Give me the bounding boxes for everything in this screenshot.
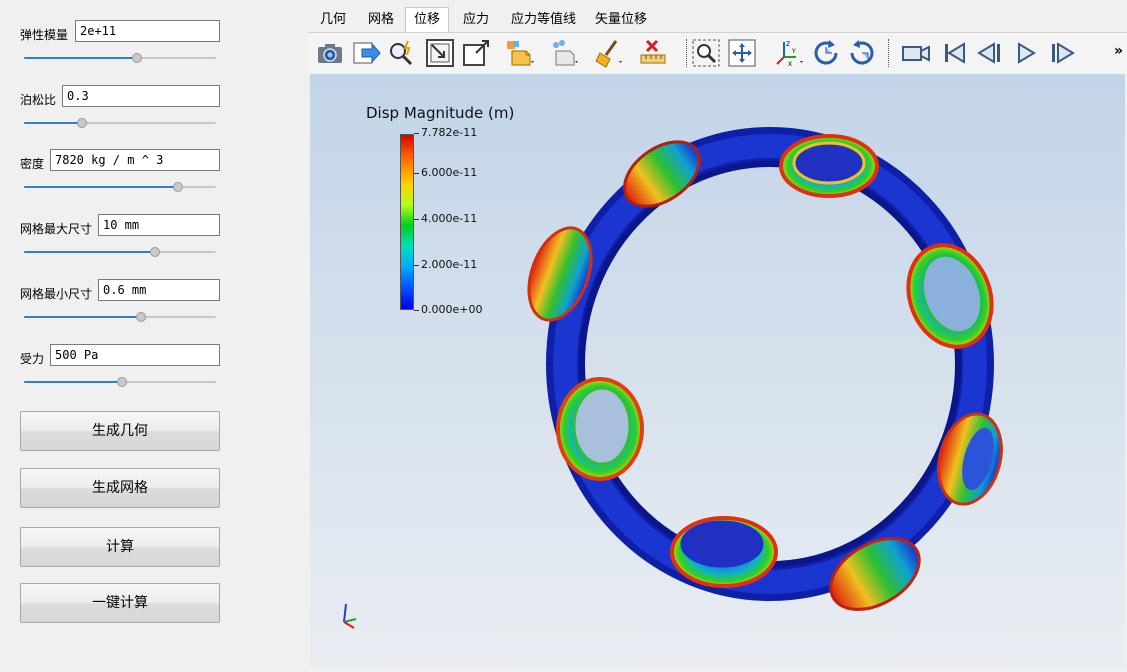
param-label: 弹性模量 xyxy=(20,28,69,42)
slider-handle[interactable] xyxy=(136,312,147,322)
surface-icon[interactable] xyxy=(504,37,536,69)
parameter-panel: 弹性模量 2e+11 泊松比 0.3 密度 7820 kg / m ^ 3 网格… xyxy=(0,0,300,672)
generate-geometry-button[interactable]: 生成几何 xyxy=(20,411,220,451)
tab-bar: 几何 网格 位移 应力 应力等值线 矢量位移 xyxy=(308,6,1127,32)
clear-icon[interactable] xyxy=(592,37,624,69)
visualization-panel: 几何 网格 位移 应力 应力等值线 矢量位移 Z Y X » Disp Magn… xyxy=(308,0,1127,672)
render-viewport[interactable]: Disp Magnitude (m) 7.782e-11 6.000e-11 4… xyxy=(310,74,1125,668)
slider-handle[interactable] xyxy=(76,118,87,128)
tab-geometry[interactable]: 几何 xyxy=(312,8,354,32)
svg-text:Z: Z xyxy=(786,41,790,48)
tab-displacement[interactable]: 位移 xyxy=(405,7,450,32)
tab-stress-contour[interactable]: 应力等值线 xyxy=(503,8,584,32)
last-frame-icon[interactable] xyxy=(1046,37,1078,69)
points-icon[interactable] xyxy=(548,37,580,69)
next-frame-icon[interactable] xyxy=(1010,37,1042,69)
tab-vector-displacement[interactable]: 矢量位移 xyxy=(587,8,655,32)
density-slider[interactable] xyxy=(24,181,216,193)
bearing-bottom xyxy=(670,516,778,588)
prev-frame-icon[interactable] xyxy=(974,37,1006,69)
export-icon[interactable] xyxy=(350,37,382,69)
slider-handle[interactable] xyxy=(132,53,143,63)
density-input[interactable]: 7820 kg / m ^ 3 xyxy=(50,149,220,171)
poisson-ratio-input[interactable]: 0.3 xyxy=(62,85,220,107)
svg-text:Y: Y xyxy=(791,48,796,55)
pan-icon[interactable] xyxy=(726,37,758,69)
camera-icon[interactable] xyxy=(314,37,346,69)
rotate-ccw-icon[interactable] xyxy=(846,37,878,69)
generate-mesh-button[interactable]: 生成网格 xyxy=(20,468,220,508)
param-label: 受力 xyxy=(20,352,45,366)
mesh-min-size-slider[interactable] xyxy=(24,311,216,323)
bearing-top xyxy=(779,134,879,198)
slider-handle[interactable] xyxy=(149,247,160,257)
tab-stress[interactable]: 应力 xyxy=(455,8,497,32)
first-frame-icon[interactable] xyxy=(938,37,970,69)
axes-icon[interactable]: ZYX xyxy=(772,37,804,69)
force-input[interactable]: 500 Pa xyxy=(50,344,220,366)
orientation-axes-icon xyxy=(343,603,357,629)
elastic-modulus-input[interactable]: 2e+11 xyxy=(75,20,220,42)
ring-model xyxy=(343,127,1003,629)
rotate-cw-icon[interactable] xyxy=(810,37,842,69)
compute-button[interactable]: 计算 xyxy=(20,527,220,567)
slider-handle[interactable] xyxy=(172,182,183,192)
svg-text:X: X xyxy=(788,61,792,68)
elastic-modulus-slider[interactable] xyxy=(24,52,216,64)
poisson-ratio-slider[interactable] xyxy=(24,117,216,129)
tab-mesh[interactable]: 网格 xyxy=(360,8,402,32)
zoom-pick-icon[interactable] xyxy=(386,37,418,69)
param-label: 泊松比 xyxy=(20,93,57,107)
zoom-region-icon[interactable] xyxy=(690,37,722,69)
record-icon[interactable] xyxy=(900,37,932,69)
zoom-box-icon[interactable] xyxy=(460,37,492,69)
param-label: 密度 xyxy=(20,157,45,171)
bearing-left-lower xyxy=(556,377,644,481)
mesh-max-size-input[interactable]: 10 mm xyxy=(98,214,220,236)
mesh-min-size-input[interactable]: 0.6 mm xyxy=(98,279,220,301)
one-click-compute-button[interactable]: 一键计算 xyxy=(20,583,220,623)
param-label: 网格最大尺寸 xyxy=(20,222,93,236)
ruler-icon[interactable] xyxy=(638,37,670,69)
mesh-max-size-slider[interactable] xyxy=(24,246,216,258)
toolbar: ZYX » xyxy=(308,33,1127,73)
param-label: 网格最小尺寸 xyxy=(20,287,93,301)
reset-camera-icon[interactable] xyxy=(424,37,456,69)
force-slider[interactable] xyxy=(24,376,216,388)
slider-handle[interactable] xyxy=(116,377,127,387)
toolbar-overflow-button[interactable]: » xyxy=(1114,43,1123,59)
